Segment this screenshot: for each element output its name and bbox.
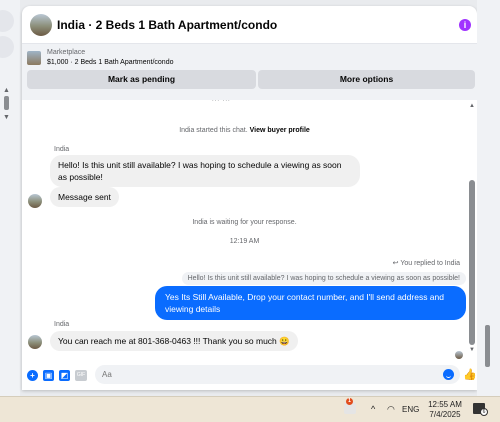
- chat-scroll-down-icon[interactable]: ▼: [469, 347, 475, 353]
- sender-name: India: [54, 321, 70, 328]
- waiting-notice: India is waiting for your response.: [192, 219, 297, 226]
- chat-scrollbar-thumb[interactable]: [469, 180, 475, 345]
- plus-icon[interactable]: +: [27, 369, 38, 381]
- chat-started-text: India started this chat.: [179, 127, 248, 134]
- incoming-message[interactable]: Hello! Is this unit still available? I w…: [50, 155, 360, 187]
- scroll-up-arrow-icon[interactable]: ▲: [3, 87, 10, 94]
- chat-header[interactable]: India · 2 Beds 1 Bath Apartment/condo i: [22, 6, 477, 44]
- reply-indicator: ↩ You replied to India: [393, 259, 460, 267]
- clock[interactable]: 12:55 AM 7/4/2025: [425, 400, 465, 420]
- left-scrollbar-thumb[interactable]: [4, 96, 9, 110]
- more-options-button[interactable]: More options: [258, 70, 475, 89]
- message-timestamp: 12:19 AM: [229, 238, 260, 245]
- show-hidden-icons-chevron-icon[interactable]: ^: [371, 404, 375, 414]
- sticker-icon[interactable]: ◩: [59, 369, 70, 381]
- taskbar: 1 ^ ◠ ENG 12:55 AM 7/4/2025 6: [0, 396, 500, 422]
- incoming-message[interactable]: Message sent: [50, 187, 119, 207]
- language-indicator[interactable]: ENG: [402, 405, 419, 414]
- info-icon[interactable]: i: [459, 19, 471, 31]
- outgoing-message[interactable]: Yes Its Still Available, Drop your conta…: [155, 286, 466, 320]
- scroll-down-arrow-icon[interactable]: ▼: [3, 114, 10, 121]
- page-scrollbar-thumb[interactable]: [485, 325, 490, 367]
- incoming-message[interactable]: You can reach me at 801-368-0463 !!! Tha…: [50, 331, 298, 351]
- quoted-message[interactable]: Hello! Is this unit still available? I w…: [181, 272, 466, 285]
- image-icon[interactable]: ▣: [43, 369, 54, 381]
- cut-off-text: ... ...: [212, 97, 231, 103]
- chat-scroll-up-icon[interactable]: ▲: [469, 103, 475, 109]
- message-thread: ... ... ▲ ▼ India started this chat. Vie…: [22, 97, 477, 360]
- notification-count: 6: [480, 408, 488, 416]
- gif-icon[interactable]: GIF: [75, 369, 87, 381]
- seen-indicator-avatar: [455, 351, 463, 359]
- chat-window: India · 2 Beds 1 Bath Apartment/condo i …: [22, 6, 477, 390]
- listing-description[interactable]: $1,000 · 2 Beds 1 Bath Apartment/condo: [47, 59, 173, 66]
- sender-avatar[interactable]: [28, 335, 42, 349]
- mark-as-pending-button[interactable]: Mark as pending: [27, 70, 256, 89]
- clock-time: 12:55 AM: [428, 400, 462, 409]
- reply-note-text: You replied to India: [400, 260, 460, 267]
- emoji-icon[interactable]: [443, 369, 454, 380]
- clock-date: 7/4/2025: [429, 410, 461, 419]
- contact-avatar[interactable]: [30, 13, 52, 36]
- taskbar-app-badge: 1: [346, 398, 353, 405]
- like-icon[interactable]: 👍: [463, 368, 477, 381]
- message-composer: + ▣ ◩ GIF 👍: [22, 360, 477, 390]
- chat-title[interactable]: India · 2 Beds 1 Bath Apartment/condo: [57, 18, 277, 32]
- sender-avatar[interactable]: [28, 194, 42, 208]
- left-nav-item[interactable]: [0, 36, 14, 58]
- view-buyer-profile-link[interactable]: View buyer profile: [250, 127, 310, 134]
- listing-source: Marketplace: [47, 49, 86, 56]
- sender-name: India: [54, 146, 70, 153]
- listing-thumbnail[interactable]: [27, 51, 41, 65]
- wifi-icon[interactable]: ◠: [387, 404, 395, 415]
- listing-panel: Marketplace $1,000 · 2 Beds 1 Bath Apart…: [22, 44, 477, 100]
- chat-started-notice: India started this chat. View buyer prof…: [22, 127, 467, 134]
- message-input[interactable]: [95, 365, 460, 384]
- page-left-strip: ▲ ▼: [0, 0, 20, 396]
- left-nav-item[interactable]: [0, 10, 14, 32]
